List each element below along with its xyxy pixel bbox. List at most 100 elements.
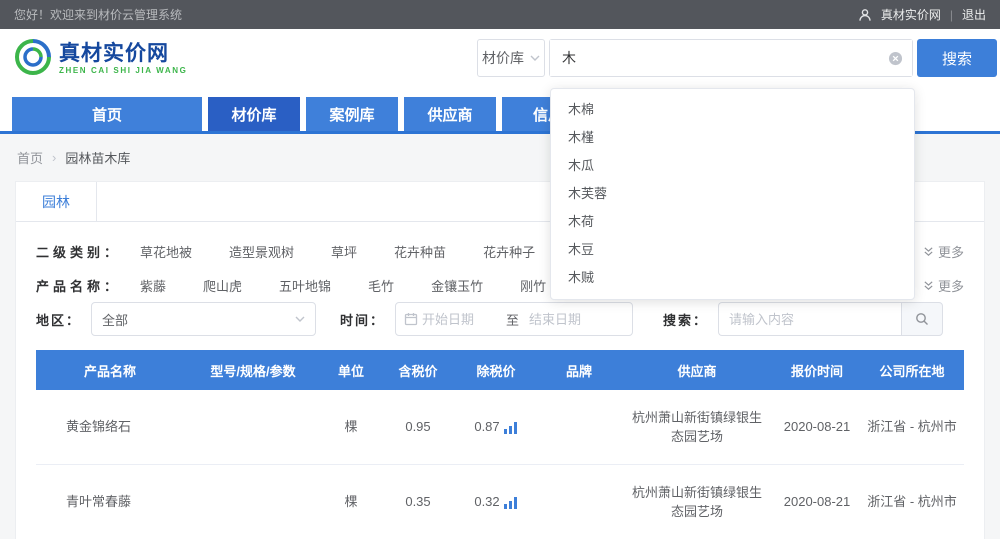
nav-tab-label: 供应商 [427, 104, 472, 125]
cell-tax-price: 0.95 [380, 390, 456, 464]
suggestion-item[interactable]: 木荷 [551, 208, 914, 236]
table-row[interactable]: 黄金锦络石 棵 0.95 0.87 杭州萧山新街镇绿银生态园艺场 2020-0 [36, 390, 964, 465]
keyword-search-label: 搜索： [663, 310, 708, 329]
keyword-input[interactable] [718, 302, 901, 336]
chevron-down-icon [530, 55, 540, 61]
product-filter-item[interactable]: 紫藤 [140, 276, 166, 295]
site-header: 真材实价网 ZHEN CAI SHI JIA WANG 材价库 搜索 [0, 29, 1000, 87]
nav-tab[interactable]: 案例库 [306, 97, 398, 131]
cell-quote-date: 2020-08-21 [772, 390, 862, 464]
column-header: 报价时间 [772, 350, 862, 390]
breadcrumb-home[interactable]: 首页 [17, 148, 43, 167]
cell-spec [184, 390, 322, 464]
column-header: 型号/规格/参数 [184, 350, 322, 390]
suggestion-item[interactable]: 木槿 [551, 124, 914, 152]
suggestion-item[interactable]: 木贼 [551, 264, 914, 292]
controls-filter-row: 地区： 全部 时间： 至 搜索： [36, 302, 964, 336]
category-filter-item[interactable]: 草花地被 [140, 242, 192, 261]
keyword-search-group [718, 302, 943, 336]
search-suggestions-dropdown: 木棉木槿木瓜木芙蓉木荷木豆木贼 [550, 88, 915, 300]
column-header: 含税价 [380, 350, 456, 390]
end-date-input[interactable] [529, 312, 603, 327]
column-header: 除税价 [456, 350, 536, 390]
tab-garden[interactable]: 园林 [16, 182, 97, 221]
start-date-input[interactable] [422, 312, 496, 327]
main-search-input[interactable] [550, 40, 912, 76]
cell-spec [184, 465, 322, 539]
suggestion-item[interactable]: 木芙蓉 [551, 180, 914, 208]
cell-brand [536, 465, 622, 539]
cell-excl-tax-price: 0.87 [456, 390, 536, 464]
cell-location: 浙江省 - 杭州市 [862, 390, 962, 464]
search-icon [915, 312, 929, 326]
product-filter-item[interactable]: 金镶玉竹 [431, 276, 483, 295]
product-filter-item[interactable]: 刚竹 [520, 276, 546, 295]
column-header: 品牌 [536, 350, 622, 390]
nav-tab[interactable]: 供应商 [404, 97, 496, 131]
price-trend-chart-icon[interactable] [503, 421, 518, 434]
excl-tax-price-value: 0.32 [474, 492, 499, 512]
topbar: 您好！欢迎来到材价云管理系统 真材实价网 | 退出 [0, 0, 1000, 29]
site-logo[interactable]: 真材实价网 ZHEN CAI SHI JIA WANG [13, 37, 187, 80]
region-select-value: 全部 [102, 310, 128, 329]
logout-link[interactable]: 退出 [962, 6, 986, 23]
topbar-divider: | [950, 8, 953, 22]
suggestion-item[interactable]: 木瓜 [551, 152, 914, 180]
cell-unit: 棵 [322, 465, 380, 539]
region-label: 地区： [36, 310, 81, 329]
breadcrumb-separator: › [52, 150, 56, 165]
column-header: 产品名称 [36, 350, 184, 390]
tab-garden-label: 园林 [42, 192, 70, 212]
logo-subtitle: ZHEN CAI SHI JIA WANG [59, 66, 187, 75]
column-header: 公司所在地 [862, 350, 962, 390]
category-filter-item[interactable]: 花卉种苗 [394, 242, 446, 261]
clear-input-icon[interactable] [888, 51, 903, 66]
chevron-down-icon [295, 316, 305, 322]
search-category-select[interactable]: 材价库 [477, 39, 545, 77]
cell-quote-date: 2020-08-21 [772, 465, 862, 539]
table-header-row: 产品名称型号/规格/参数单位含税价除税价品牌供应商报价时间公司所在地 [36, 350, 964, 390]
nav-tab-label: 材价库 [231, 104, 276, 125]
keyword-search-button[interactable] [901, 302, 943, 336]
date-range-picker[interactable]: 至 [395, 302, 633, 336]
region-select[interactable]: 全部 [91, 302, 316, 336]
excl-tax-price-value: 0.87 [474, 417, 499, 437]
category-more-button[interactable]: 更多 [923, 242, 964, 261]
cell-product-name[interactable]: 黄金锦络石 [36, 390, 184, 464]
product-filter-item[interactable]: 毛竹 [368, 276, 394, 295]
column-header: 单位 [322, 350, 380, 390]
product-filter-item[interactable]: 五叶地锦 [279, 276, 331, 295]
site-home-link[interactable]: 真材实价网 [881, 6, 941, 23]
suggestion-item[interactable]: 木豆 [551, 236, 914, 264]
suggestion-item[interactable]: 木棉 [551, 96, 914, 124]
table-body: 黄金锦络石 棵 0.95 0.87 杭州萧山新街镇绿银生态园艺场 2020-0 [36, 390, 964, 539]
nav-tab[interactable]: 材价库 [208, 97, 300, 131]
product-filter-item[interactable]: 爬山虎 [203, 276, 242, 295]
user-icon [858, 8, 872, 22]
cell-product-name[interactable]: 青叶常春藤 [36, 465, 184, 539]
category-filter-item[interactable]: 草坪 [331, 242, 357, 261]
search-category-value: 材价库 [482, 48, 524, 68]
header-search-group: 材价库 搜索 [477, 39, 997, 77]
double-chevron-down-icon [923, 246, 934, 257]
cell-location: 浙江省 - 杭州市 [862, 465, 962, 539]
price-trend-chart-icon[interactable] [503, 496, 518, 509]
logo-title: 真材实价网 [59, 42, 187, 65]
cell-supplier: 杭州萧山新街镇绿银生态园艺场 [622, 390, 772, 464]
calendar-icon [404, 312, 418, 326]
product-more-button[interactable]: 更多 [923, 276, 964, 295]
cell-unit: 棵 [322, 390, 380, 464]
breadcrumb-current: 园林苗木库 [65, 148, 130, 167]
category-filter-item[interactable]: 花卉种子 [483, 242, 535, 261]
cell-tax-price: 0.35 [380, 465, 456, 539]
category-filter-item[interactable]: 造型景观树 [229, 242, 294, 261]
column-header: 供应商 [622, 350, 772, 390]
date-to-label: 至 [500, 310, 525, 329]
nav-tab[interactable]: 首页 [12, 97, 202, 131]
double-chevron-down-icon [923, 280, 934, 291]
search-button[interactable]: 搜索 [917, 39, 997, 77]
nav-tab-label: 案例库 [329, 104, 374, 125]
nav-tab-label: 首页 [92, 104, 122, 125]
table-row[interactable]: 青叶常春藤 棵 0.35 0.32 杭州萧山新街镇绿银生态园艺场 2020-0 [36, 465, 964, 539]
welcome-text: 您好！欢迎来到材价云管理系统 [14, 6, 182, 23]
